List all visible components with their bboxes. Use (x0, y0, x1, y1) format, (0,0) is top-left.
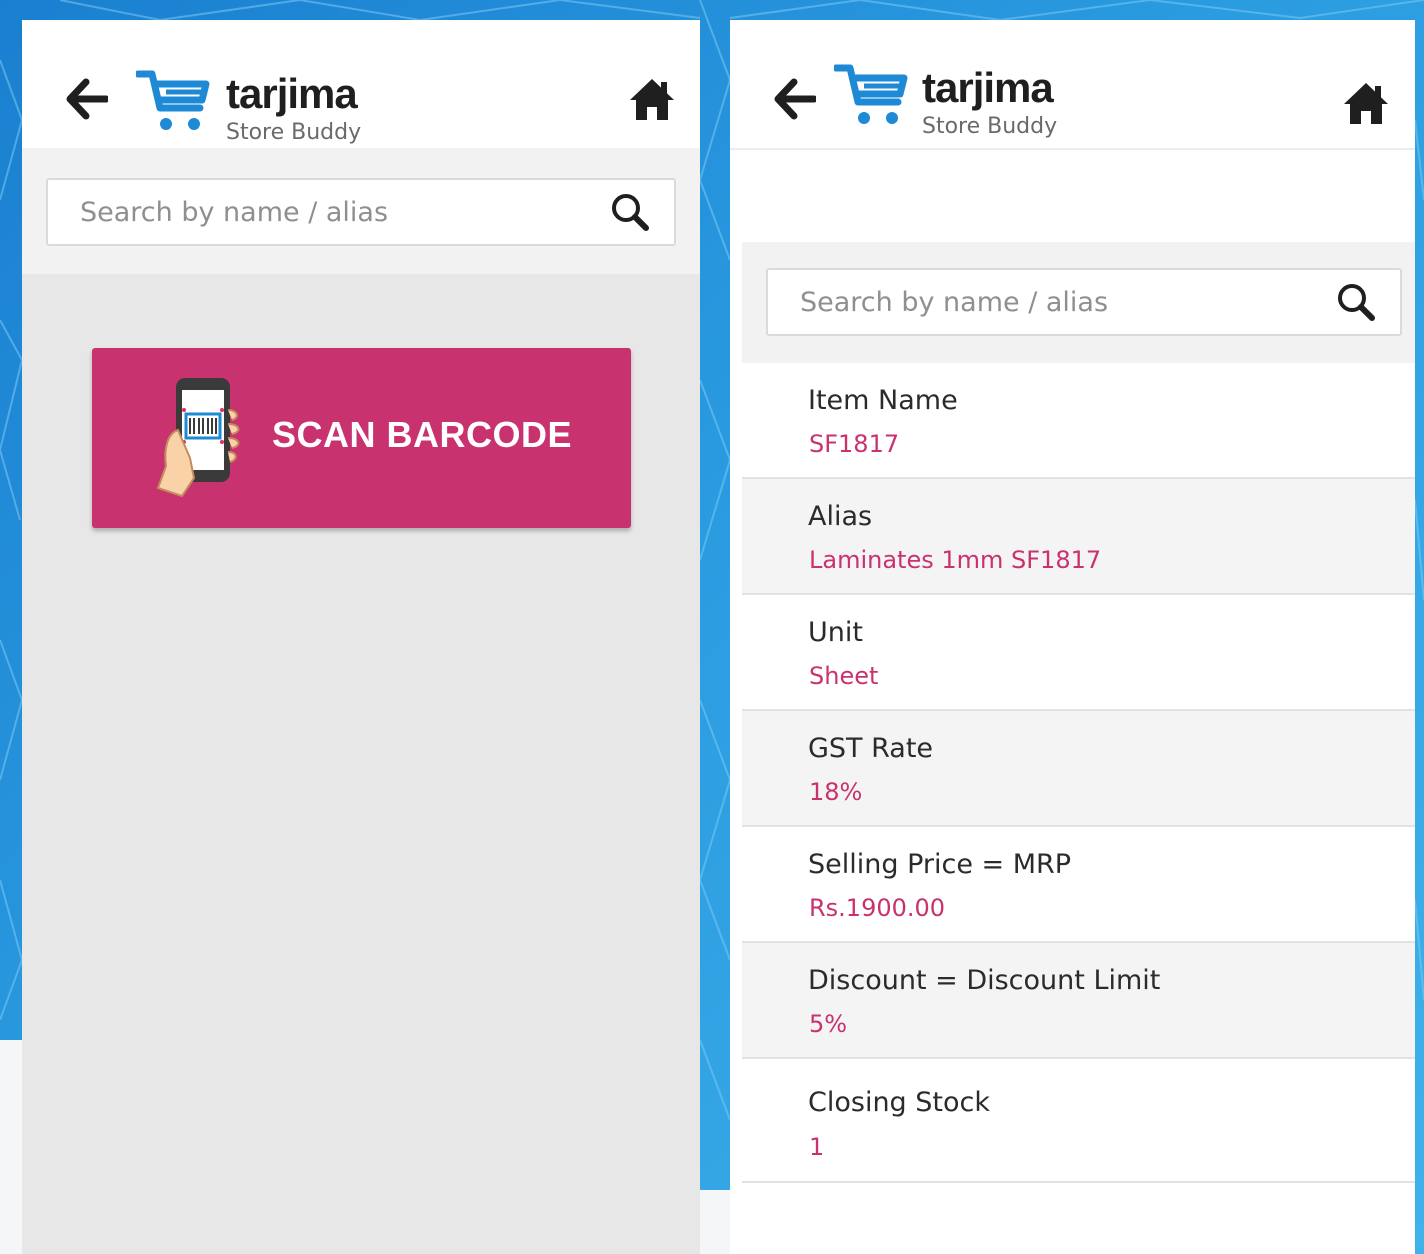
detail-value: Rs.1900.00 (809, 894, 946, 922)
detail-label: Alias (808, 501, 873, 532)
detail-label: GST Rate (808, 733, 934, 764)
detail-row-selling-price: Selling Price = MRP Rs.1900.00 (742, 827, 1415, 943)
search-field (766, 268, 1402, 336)
background-panel (700, 1190, 732, 1254)
detail-value: Laminates 1mm SF1817 (809, 546, 1102, 574)
detail-label: Item Name (808, 385, 958, 416)
scan-screen: tarjima Store Buddy Search by name / ali… (22, 20, 700, 1254)
scan-barcode-button[interactable]: SCAN BARCODE (92, 348, 631, 528)
detail-row-item-name: Item Name SF1817 (742, 363, 1415, 479)
detail-value: 18% (809, 778, 863, 806)
detail-label: Discount = Discount Limit (808, 965, 1161, 996)
brand-name: tarjima (226, 70, 358, 117)
detail-row-discount: Discount = Discount Limit 5% (742, 943, 1415, 1059)
search-icon[interactable] (1334, 280, 1378, 324)
scan-barcode-label: SCAN BARCODE (272, 414, 573, 455)
item-details-list: Item Name SF1817 Alias Laminates 1mm SF1… (742, 363, 1415, 1183)
search-bar-container (742, 242, 1415, 363)
search-bar-container (22, 148, 700, 274)
home-icon[interactable] (628, 76, 676, 122)
cart-icon (834, 64, 908, 124)
back-arrow-icon[interactable] (774, 78, 816, 120)
detail-value: Sheet (809, 662, 879, 690)
app-header: tarjima Store Buddy (730, 20, 1415, 150)
home-icon[interactable] (1342, 80, 1390, 126)
detail-label: Closing Stock (808, 1087, 990, 1118)
detail-row-gst-rate: GST Rate 18% (742, 711, 1415, 827)
detail-row-closing-stock: Closing Stock 1 (742, 1059, 1415, 1183)
detail-value: SF1817 (809, 430, 900, 458)
detail-value: 1 (809, 1133, 825, 1161)
search-field (46, 178, 676, 246)
detail-row-alias: Alias Laminates 1mm SF1817 (742, 479, 1415, 595)
detail-value: 5% (809, 1010, 848, 1038)
detail-row-unit: Unit Sheet (742, 595, 1415, 711)
cart-icon (136, 70, 210, 130)
detail-label: Unit (808, 617, 863, 648)
app-header: tarjima Store Buddy (22, 20, 700, 149)
brand-subtitle: Store Buddy (226, 120, 362, 145)
brand-subtitle: Store Buddy (922, 114, 1058, 139)
brand-name: tarjima (922, 64, 1054, 111)
search-input[interactable] (800, 270, 1332, 334)
back-arrow-icon[interactable] (66, 78, 108, 120)
search-input[interactable] (80, 180, 606, 244)
item-detail-screen: tarjima Store Buddy Item Name SF1817 Ali… (730, 20, 1415, 1254)
phone-barcode-icon (156, 378, 240, 498)
search-icon[interactable] (608, 190, 652, 234)
detail-label: Selling Price = MRP (808, 849, 1072, 880)
